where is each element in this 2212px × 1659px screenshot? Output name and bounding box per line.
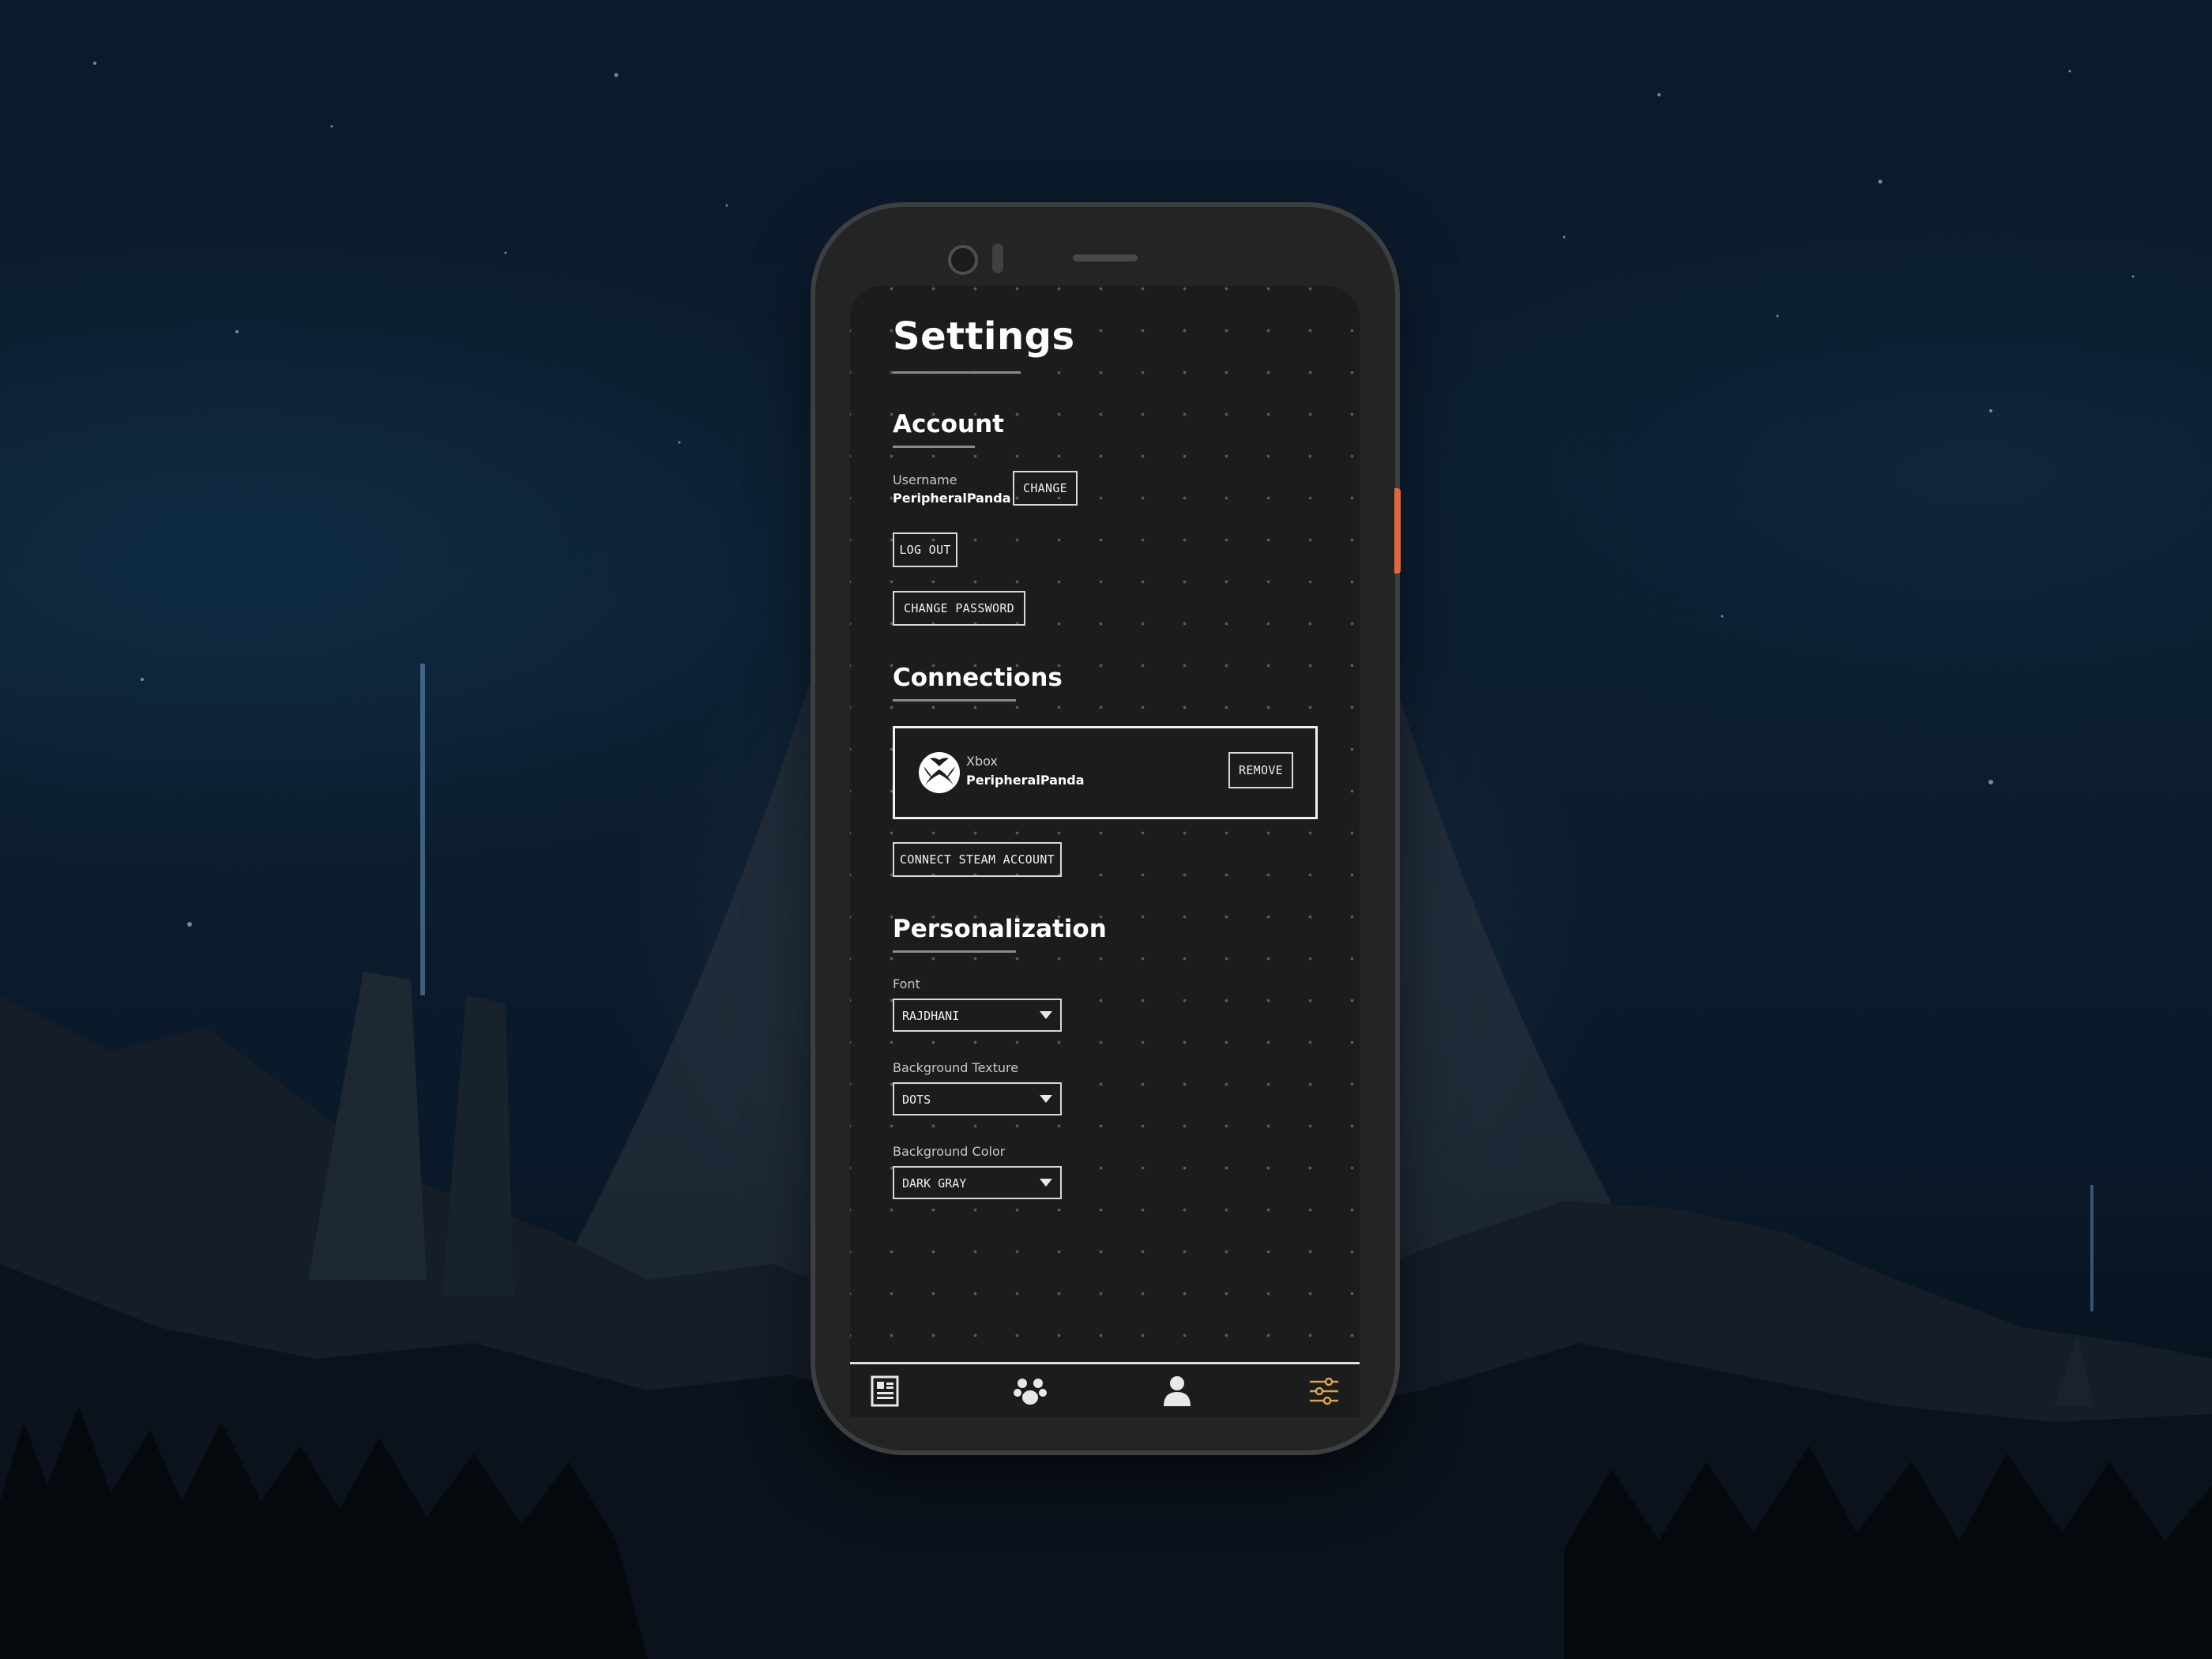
background-color-select[interactable]: DARK GRAY bbox=[893, 1166, 1062, 1199]
connections-heading: Connections bbox=[893, 664, 1063, 692]
settings-sliders-icon bbox=[1310, 1377, 1338, 1405]
personalization-heading: Personalization bbox=[893, 915, 1107, 943]
connection-platform: Xbox bbox=[966, 754, 998, 769]
nav-settings[interactable] bbox=[1307, 1374, 1341, 1409]
font-label: Font bbox=[893, 976, 920, 991]
logout-button[interactable]: LOG OUT bbox=[893, 532, 957, 567]
connection-username: PeripheralPanda bbox=[966, 773, 1085, 788]
background-texture-label: Background Texture bbox=[893, 1060, 1019, 1075]
personalization-heading-underline bbox=[893, 950, 1016, 953]
font-select[interactable]: RAJDHANI bbox=[893, 999, 1062, 1032]
earpiece-speaker bbox=[1073, 254, 1138, 261]
front-camera bbox=[948, 245, 978, 275]
account-heading: Account bbox=[893, 410, 1004, 438]
news-icon bbox=[871, 1375, 899, 1407]
account-heading-underline bbox=[893, 446, 975, 448]
change-username-button[interactable]: CHANGE bbox=[1013, 471, 1078, 506]
settings-screen: Settings Account Username PeripheralPand… bbox=[850, 286, 1360, 1417]
group-icon bbox=[1014, 1379, 1047, 1405]
remove-connection-button[interactable]: REMOVE bbox=[1228, 752, 1293, 788]
page-title: Settings bbox=[893, 314, 1075, 359]
nav-group[interactable] bbox=[1013, 1374, 1048, 1409]
chevron-down-icon bbox=[1040, 1095, 1052, 1103]
background-texture-value: DOTS bbox=[902, 1093, 931, 1107]
username-label: Username bbox=[893, 472, 957, 487]
change-password-button[interactable]: CHANGE PASSWORD bbox=[893, 591, 1025, 626]
nav-profile[interactable] bbox=[1160, 1374, 1194, 1409]
title-underline bbox=[893, 371, 1021, 374]
background-color-value: DARK GRAY bbox=[902, 1176, 967, 1191]
username-value: PeripheralPanda bbox=[893, 491, 1011, 506]
chevron-down-icon bbox=[1040, 1179, 1052, 1187]
xbox-icon bbox=[919, 752, 960, 793]
background-color-label: Background Color bbox=[893, 1144, 1006, 1159]
chevron-down-icon bbox=[1040, 1011, 1052, 1019]
font-select-value: RAJDHANI bbox=[902, 1009, 960, 1023]
xbox-connection-card: Xbox PeripheralPanda REMOVE bbox=[893, 726, 1318, 819]
connect-steam-button[interactable]: CONNECT STEAM ACCOUNT bbox=[893, 842, 1062, 877]
connections-heading-underline bbox=[893, 699, 1016, 702]
proximity-sensor bbox=[992, 243, 1003, 273]
phone-side-button bbox=[1394, 488, 1401, 574]
background-texture-select[interactable]: DOTS bbox=[893, 1082, 1062, 1115]
nav-news[interactable] bbox=[867, 1374, 902, 1409]
profile-icon bbox=[1164, 1376, 1191, 1406]
bottom-nav bbox=[850, 1364, 1360, 1417]
